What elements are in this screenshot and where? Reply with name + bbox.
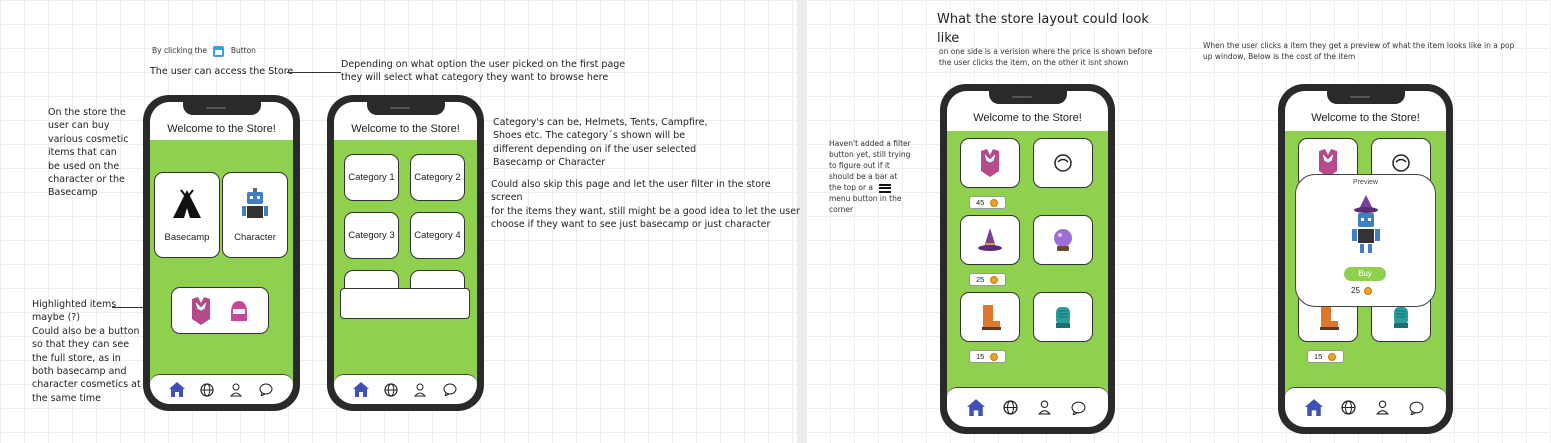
phone-store-preview: Welcome to the Store! 15 Preview Buy 25 bbox=[1278, 84, 1453, 434]
layout-subtitle: on one side is a verision where the pric… bbox=[939, 47, 1153, 67]
boot-icon bbox=[1320, 305, 1339, 330]
store-icon bbox=[213, 45, 225, 57]
category-3-tile[interactable]: Category 3 bbox=[344, 212, 399, 259]
profile-icon[interactable] bbox=[1036, 399, 1054, 417]
buy-button[interactable]: Buy bbox=[1344, 267, 1386, 281]
profile-icon[interactable] bbox=[1374, 399, 1392, 417]
price-tag: 15 bbox=[1307, 350, 1344, 363]
left-description: On the store the user can buy various co… bbox=[48, 107, 129, 199]
layout-title: What the store layout could look like bbox=[937, 12, 1149, 46]
chat-icon[interactable] bbox=[257, 381, 275, 399]
phone-notch bbox=[988, 91, 1067, 104]
helmet-icon bbox=[231, 300, 247, 321]
globe-icon[interactable] bbox=[1339, 399, 1357, 417]
popup-description: When the user clicks a item they get a p… bbox=[1203, 41, 1515, 61]
preview-title: Preview bbox=[1353, 179, 1378, 186]
chat-icon[interactable] bbox=[1070, 399, 1088, 417]
coin-icon bbox=[990, 275, 999, 284]
bottom-nav bbox=[947, 387, 1108, 427]
phone-categories: Welcome to the Store! Category 1 Categor… bbox=[327, 95, 484, 411]
category-4-tile[interactable]: Category 4 bbox=[410, 212, 465, 259]
home-icon[interactable] bbox=[967, 399, 986, 417]
home-icon[interactable] bbox=[168, 381, 186, 399]
depending-note-2: they will select what category they want… bbox=[341, 72, 609, 83]
skip-description: Could also skip this page and let the us… bbox=[491, 179, 800, 231]
profile-icon[interactable] bbox=[411, 381, 429, 399]
item-armor[interactable] bbox=[960, 138, 1020, 188]
chat-icon[interactable] bbox=[1408, 399, 1426, 417]
globe-icon[interactable] bbox=[382, 381, 400, 399]
helmet-icon bbox=[1054, 154, 1072, 172]
highlighted-items-tile[interactable] bbox=[171, 287, 269, 334]
access-store-note: The user can access the Store bbox=[150, 66, 294, 77]
phone-screen: Welcome to the Store! 45 25 15 bbox=[947, 91, 1108, 427]
robot-icon bbox=[242, 187, 268, 218]
phone-screen: Welcome to the Store! Basecamp Character bbox=[150, 102, 293, 404]
phone-notch bbox=[366, 102, 445, 115]
robot-wizard-preview-icon bbox=[1352, 195, 1380, 253]
chat-icon[interactable] bbox=[441, 381, 459, 399]
armor-icon bbox=[1319, 149, 1337, 177]
armor-icon bbox=[981, 149, 999, 177]
phone-notch bbox=[182, 102, 261, 115]
coin-icon bbox=[1363, 286, 1372, 295]
character-label: Character bbox=[234, 231, 276, 243]
globe-icon[interactable] bbox=[198, 381, 216, 399]
item-glove[interactable] bbox=[1033, 292, 1093, 342]
overlay-panel[interactable] bbox=[340, 288, 470, 319]
phone-store-landing: Welcome to the Store! Basecamp Character bbox=[143, 95, 300, 411]
character-tile[interactable]: Character bbox=[222, 172, 288, 258]
crystal-ball-icon bbox=[1054, 229, 1072, 251]
tent-icon bbox=[173, 188, 201, 218]
phone-notch bbox=[1326, 91, 1405, 104]
coin-icon bbox=[990, 198, 999, 207]
depending-note-1: Depending on what option the user picked… bbox=[341, 59, 626, 70]
armor-icon bbox=[192, 296, 210, 325]
boot-icon bbox=[982, 305, 1001, 330]
item-crystal-ball[interactable] bbox=[1033, 215, 1093, 265]
item-boot[interactable] bbox=[960, 292, 1020, 342]
category-description: Category's can be, Helmets, Tents, Campf… bbox=[493, 117, 708, 169]
basecamp-label: Basecamp bbox=[164, 231, 210, 243]
phone-screen: Welcome to the Store! Category 1 Categor… bbox=[334, 102, 477, 404]
category-2-tile[interactable]: Category 2 bbox=[410, 154, 465, 201]
home-icon[interactable] bbox=[352, 381, 370, 399]
bottom-nav bbox=[334, 374, 477, 404]
highlighted-note: Highlighted items maybe (?) Could also b… bbox=[32, 299, 141, 404]
coin-icon bbox=[990, 352, 999, 361]
price-tag: 25 bbox=[969, 273, 1006, 286]
globe-icon[interactable] bbox=[1001, 399, 1019, 417]
bottom-nav bbox=[150, 374, 293, 404]
item-helmet-outline[interactable] bbox=[1033, 138, 1093, 188]
preview-price: 25 bbox=[1351, 286, 1372, 295]
coin-icon bbox=[1328, 352, 1337, 361]
filter-note: Haven't added a filter button yet, still… bbox=[829, 139, 911, 214]
item-wizard-hat[interactable] bbox=[960, 215, 1020, 265]
glove-icon bbox=[1056, 307, 1070, 328]
basecamp-tile[interactable]: Basecamp bbox=[154, 172, 220, 258]
glove-icon bbox=[1394, 307, 1408, 328]
phone-store-prices: Welcome to the Store! 45 25 15 bbox=[940, 84, 1115, 434]
category-1-tile[interactable]: Category 1 bbox=[344, 154, 399, 201]
preview-popup: Preview Buy 25 bbox=[1295, 174, 1436, 307]
connector-line bbox=[287, 72, 341, 73]
profile-icon[interactable] bbox=[227, 381, 245, 399]
price-tag: 15 bbox=[969, 350, 1006, 363]
price-tag: 45 bbox=[969, 196, 1006, 209]
wizard-hat-icon bbox=[978, 228, 1002, 251]
bottom-nav bbox=[1285, 387, 1446, 427]
by-clicking-note: By clicking the Button bbox=[152, 45, 256, 57]
menu-icon bbox=[879, 183, 892, 193]
home-icon[interactable] bbox=[1305, 399, 1324, 417]
helmet-icon bbox=[1392, 154, 1410, 172]
